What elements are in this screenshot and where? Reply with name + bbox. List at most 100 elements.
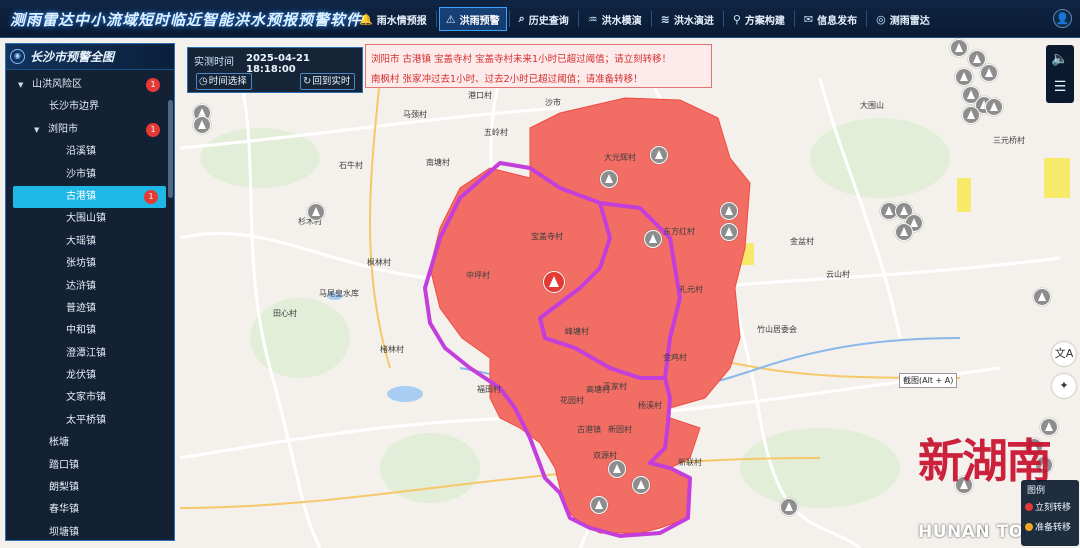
tree-item-label: 山洪风险区 [32, 79, 82, 90]
speaker-icon[interactable]: 🔈 [1046, 45, 1074, 73]
map-globe-icon: ◉ [10, 49, 25, 64]
nav-item[interactable]: ⚠ 洪雨预警 [438, 7, 507, 31]
nav-item-label: 历史查询 [528, 15, 569, 27]
tree-item[interactable]: 朗梨镇 [6, 477, 168, 499]
nav-separator [722, 11, 724, 27]
tree-item[interactable]: 普迹镇 [6, 298, 168, 320]
tree-item-label: 中和镇 [66, 325, 96, 337]
gray-warning-marker-icon[interactable] [950, 39, 968, 57]
red-warning-marker-icon[interactable] [543, 271, 565, 293]
time-select-button[interactable]: ◷时间选择 [196, 73, 252, 90]
wave-icon: ≋ [660, 12, 670, 26]
warning-count-badge: 1 [146, 122, 160, 137]
screenshot-tooltip: 截图(Alt + A) [899, 373, 958, 388]
panel-title: 长沙市预警全图 [30, 50, 115, 64]
tree-item[interactable]: 澄潭江镇 [6, 343, 168, 365]
realtime-button[interactable]: ↻回到实时 [300, 73, 356, 90]
translate-icon[interactable]: 文A [1052, 342, 1076, 366]
alert-message[interactable]: 浏阳市 古港镇 宝盖寺村 宝盖寺村未来1小时已超过阈值；请立刻转移！ [371, 51, 671, 65]
map-place-label: 新园村 [608, 425, 632, 434]
search-icon: ⌕ [518, 12, 525, 25]
map-place-label: 福田村 [477, 385, 501, 394]
map-place-label: 礼元村 [679, 285, 703, 294]
list-icon[interactable]: ☰ [1046, 73, 1074, 101]
tree-item-label: 太平桥镇 [66, 414, 106, 426]
map-place-label: 枫林村 [367, 258, 391, 267]
nav-item[interactable]: ✉ 信息发布 [797, 7, 864, 31]
tree-item-label: 达浒镇 [66, 280, 96, 292]
flood-icon: ♒ [587, 12, 598, 26]
nav-item[interactable]: ◎ 测雨雷达 [869, 7, 937, 31]
tree-item[interactable]: 春华镇 [6, 499, 168, 521]
map-place-label: 南塘村 [426, 158, 450, 167]
nav-item[interactable]: 🔔 雨水情预报 [352, 7, 434, 31]
gray-warning-marker-icon[interactable] [193, 116, 211, 134]
tree-item[interactable]: 枨塘 [6, 432, 168, 454]
tree-item[interactable]: 踏口镇 [6, 455, 168, 477]
user-avatar-icon[interactable]: 👤 [1053, 9, 1072, 28]
expand-arrow-icon[interactable]: ▼ [18, 74, 23, 96]
tree-item-label: 春华镇 [49, 504, 79, 516]
app-title: 测雨雷达中小流域短时临近智能洪水预报预警软件 [10, 11, 363, 29]
gray-warning-marker-icon[interactable] [980, 64, 998, 82]
gray-warning-marker-icon[interactable] [307, 203, 325, 221]
tree-item[interactable]: ▼ 浏阳市 1 [6, 119, 168, 141]
tree-item[interactable]: 古港镇 1 [13, 185, 166, 209]
tree-item[interactable]: 沿溪镇 [6, 141, 168, 163]
gray-warning-marker-icon[interactable] [644, 230, 662, 248]
tree-item[interactable]: ▼ 山洪风险区 1 [6, 74, 168, 96]
ai-assistant-icon[interactable]: ✦ [1052, 374, 1076, 398]
tree-item[interactable]: 中和镇 [6, 320, 168, 342]
gray-warning-marker-icon[interactable] [632, 476, 650, 494]
tree-item[interactable]: 沙市镇 [6, 164, 168, 186]
nav-item[interactable]: ♒ 洪水模演 [581, 7, 649, 31]
gray-warning-marker-icon[interactable] [590, 496, 608, 514]
alert-panel: 浏阳市 古港镇 宝盖寺村 宝盖寺村未来1小时已超过阈值；请立刻转移！ 南枫村 张… [365, 44, 712, 88]
nav-item[interactable]: ≋ 洪水演进 [654, 7, 721, 31]
nav-item-label: 洪雨预警 [459, 15, 500, 27]
tree-scrollbar[interactable] [168, 100, 173, 198]
nav-item[interactable]: ⌕ 历史查询 [512, 7, 576, 31]
map-place-label: 宝盖寺村 [531, 232, 563, 241]
tree-item[interactable]: 大瑶镇 [6, 231, 168, 253]
map-place-label: 中坪村 [466, 271, 490, 280]
gray-warning-marker-icon[interactable] [608, 460, 626, 478]
tree-item[interactable]: 大围山镇 [6, 208, 168, 230]
map-place-label: 田心村 [273, 309, 297, 318]
alert-message[interactable]: 南枫村 张家冲过去1小时、过去2小时已超过阈值；请准备转移！ [371, 71, 643, 85]
gray-warning-marker-icon[interactable] [780, 498, 798, 516]
tree-item[interactable]: 达浒镇 [6, 276, 168, 298]
map-place-label: 石牛村 [339, 161, 363, 170]
tree-item[interactable]: 龙伏镇 [6, 365, 168, 387]
map-place-label: 楮林村 [380, 345, 404, 354]
tree-item-label: 普迹镇 [66, 302, 96, 314]
tree-item[interactable]: 坝塘镇 [6, 522, 168, 544]
expand-arrow-icon[interactable]: ▼ [34, 119, 39, 141]
tree-item[interactable]: 太平桥镇 [6, 410, 168, 432]
map-place-label: 杨溪村 [638, 401, 662, 410]
tree-item[interactable]: 长沙市边界 [6, 96, 168, 118]
gray-warning-marker-icon[interactable] [720, 223, 738, 241]
map-place-label: 沙市 [545, 98, 561, 107]
tree-item[interactable]: 文家市镇 [6, 387, 168, 409]
tree-item[interactable]: 张坊镇 [6, 253, 168, 275]
tree-item-label: 坝塘镇 [49, 526, 79, 538]
map-place-label: 三元桥村 [993, 136, 1025, 145]
tree-item-label: 枨塘 [49, 437, 69, 449]
map-place-label: 高塘村 [586, 385, 610, 394]
gray-warning-marker-icon[interactable] [650, 146, 668, 164]
gray-warning-marker-icon[interactable] [955, 68, 973, 86]
gray-warning-marker-icon[interactable] [720, 202, 738, 220]
top-bar: 测雨雷达中小流域短时临近智能洪水预报预警软件 🔔 雨水情预报 ⚠ 洪雨预警 ⌕ 历史查询 ♒… [0, 0, 1080, 38]
gray-warning-marker-icon[interactable] [1033, 288, 1051, 306]
nav-item[interactable]: ⚲ 方案构建 [726, 7, 792, 31]
gray-warning-marker-icon[interactable] [985, 98, 1003, 116]
tree-item-label: 大瑶镇 [66, 235, 96, 247]
gray-warning-marker-icon[interactable] [895, 223, 913, 241]
gray-warning-marker-icon[interactable] [600, 170, 618, 188]
tree-item-label: 古港镇 [66, 190, 96, 202]
map-place-label: 新联村 [678, 458, 702, 467]
gray-warning-marker-icon[interactable] [962, 106, 980, 124]
time-control: 实测时间 2025-04-21 18:18:00 ◷时间选择 ↻回到实时 [187, 47, 363, 93]
time-value: 2025-04-21 18:18:00 [246, 53, 310, 75]
